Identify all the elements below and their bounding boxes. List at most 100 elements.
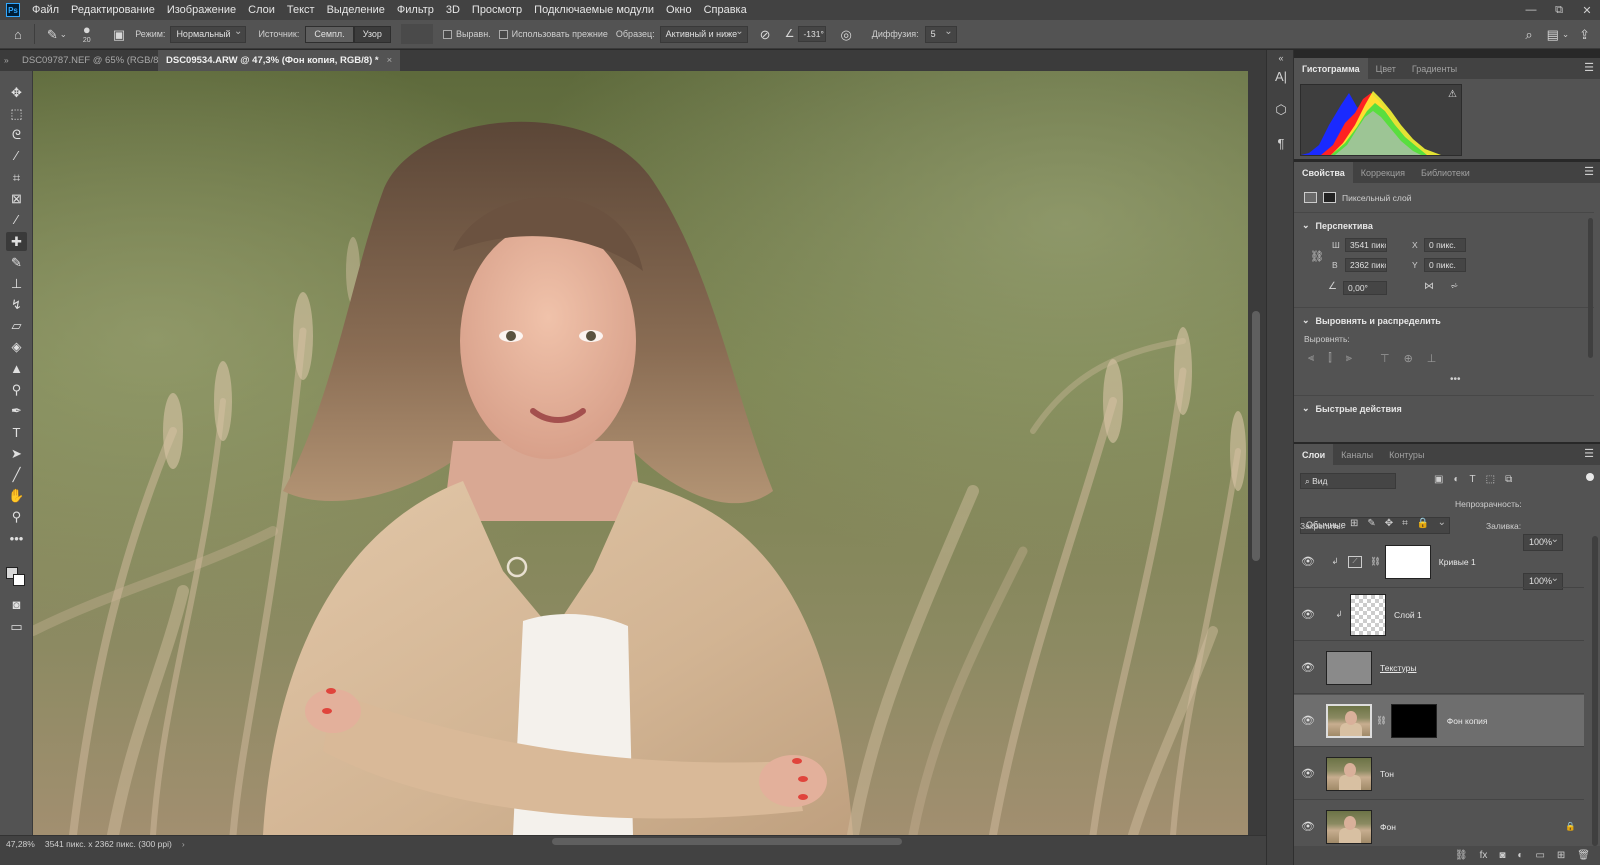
layer-thumbnail[interactable] bbox=[1326, 756, 1372, 791]
source-sampled-button[interactable]: Семпл. bbox=[305, 25, 354, 43]
search-icon[interactable]: ⌕ bbox=[1525, 28, 1532, 41]
paint-bucket-tool-icon[interactable]: ◈ bbox=[6, 337, 27, 356]
menu-edit[interactable]: Редактирование bbox=[65, 0, 161, 20]
lock-all-icon[interactable]: 🔒 bbox=[1417, 518, 1429, 529]
quick-actions-header[interactable]: ⌄ Быстрые действия bbox=[1302, 403, 1402, 414]
vertical-scrollbar[interactable] bbox=[1248, 71, 1266, 835]
3d-panel-icon[interactable]: ⬡ bbox=[1271, 100, 1291, 120]
aligned-checkbox[interactable]: Выравн. bbox=[442, 29, 491, 39]
visibility-eye-icon[interactable]: 👁 bbox=[1294, 661, 1322, 674]
visibility-eye-icon[interactable]: 👁 bbox=[1294, 608, 1322, 621]
lasso-tool-icon[interactable]: ᘓ bbox=[6, 125, 27, 144]
menu-plugins[interactable]: Подключаемые модули bbox=[528, 0, 660, 20]
menu-view[interactable]: Просмотр bbox=[466, 0, 528, 20]
visibility-eye-icon[interactable]: 👁 bbox=[1294, 820, 1322, 833]
layer-name[interactable]: Фон копия bbox=[1447, 716, 1488, 726]
tab-color[interactable]: Цвет bbox=[1368, 58, 1404, 79]
pixel-layer-icon[interactable] bbox=[1304, 192, 1317, 203]
layer-name[interactable]: Слой 1 bbox=[1394, 610, 1422, 620]
path-selection-tool-icon[interactable]: ➤ bbox=[6, 444, 27, 463]
link-layers-icon[interactable]: ⛓ bbox=[1455, 850, 1468, 861]
zoom-level[interactable]: 47,28% bbox=[6, 839, 35, 849]
angle-field[interactable]: -131° bbox=[798, 26, 827, 42]
new-group-icon[interactable]: ▭ bbox=[1535, 850, 1544, 861]
more-options-icon[interactable]: ••• bbox=[1450, 374, 1461, 385]
restore-button[interactable]: ⧉ bbox=[1552, 4, 1566, 17]
filter-adjustment-icon[interactable]: ◐ bbox=[1453, 474, 1459, 485]
layer-name[interactable]: Тон bbox=[1380, 769, 1394, 779]
status-chevron-icon[interactable]: › bbox=[182, 839, 185, 849]
tab-adjustments[interactable]: Коррекция bbox=[1353, 162, 1413, 183]
visibility-eye-icon[interactable]: 👁 bbox=[1294, 555, 1322, 568]
layer-thumbnail[interactable] bbox=[1326, 809, 1372, 844]
hand-tool-icon[interactable]: ✋ bbox=[6, 486, 27, 505]
layer-style-icon[interactable]: fx bbox=[1480, 850, 1488, 861]
new-layer-icon[interactable]: ⊞ bbox=[1557, 850, 1565, 861]
tab-properties[interactable]: Свойства bbox=[1294, 162, 1353, 183]
minimize-button[interactable]: — bbox=[1524, 4, 1538, 16]
properties-scrollbar[interactable] bbox=[1588, 218, 1593, 358]
y-field[interactable]: 0 пикс. bbox=[1424, 258, 1466, 272]
menu-window[interactable]: Окно bbox=[660, 0, 698, 20]
ignore-adjustment-layers-icon[interactable]: ⊘ bbox=[760, 28, 771, 41]
tab-libraries[interactable]: Библиотеки bbox=[1413, 162, 1478, 183]
lock-icon[interactable]: 🔒 bbox=[1565, 821, 1576, 832]
lock-pixels-icon[interactable]: ✎ bbox=[1367, 518, 1375, 529]
clone-source-icon[interactable]: ▣ bbox=[113, 28, 125, 41]
mode-select[interactable]: Нормальный bbox=[170, 24, 247, 43]
frame-tool-icon[interactable]: ⊠ bbox=[6, 189, 27, 208]
align-top-icon[interactable]: ⊤ bbox=[1380, 352, 1390, 365]
healing-brush-tool-icon[interactable]: ✚ bbox=[6, 232, 27, 251]
document-canvas[interactable] bbox=[33, 71, 1248, 835]
layer-filter-select[interactable]: ⌕ Вид bbox=[1300, 473, 1396, 489]
lock-position-icon[interactable]: ✥ bbox=[1385, 518, 1393, 529]
menu-select[interactable]: Выделение bbox=[321, 0, 391, 20]
menu-layers[interactable]: Слои bbox=[242, 0, 281, 20]
link-icon[interactable]: ⛓ bbox=[1310, 250, 1324, 263]
sharpen-tool-icon[interactable]: ▲ bbox=[6, 359, 27, 378]
filter-smart-icon[interactable]: ⧉ bbox=[1505, 474, 1512, 485]
mask-link-icon[interactable]: ⛓ bbox=[1370, 556, 1381, 567]
screen-mode-icon[interactable]: ▭ bbox=[6, 617, 27, 636]
flip-vertical-icon[interactable]: ⩫ bbox=[1450, 281, 1458, 292]
align-center-v-icon[interactable]: ⊕ bbox=[1404, 352, 1413, 365]
width-field[interactable]: 3541 пикс bbox=[1345, 238, 1387, 252]
background-color-swatch[interactable] bbox=[13, 574, 25, 586]
workspace-icon[interactable]: ▤ bbox=[1547, 28, 1559, 41]
filter-toggle[interactable] bbox=[1586, 473, 1594, 481]
share-icon[interactable]: ⇪ bbox=[1579, 28, 1590, 41]
pattern-swatch[interactable] bbox=[400, 24, 433, 44]
history-brush-tool-icon[interactable]: ↯ bbox=[6, 295, 27, 314]
diffusion-select[interactable]: 5 bbox=[924, 24, 957, 43]
clone-stamp-tool-icon[interactable]: ⊥ bbox=[6, 274, 27, 293]
magic-wand-tool-icon[interactable]: ⁄ bbox=[6, 146, 27, 165]
pen-tool-icon[interactable]: ✒ bbox=[6, 401, 27, 420]
cache-warning-icon[interactable]: ⚠ bbox=[1448, 89, 1457, 100]
close-tab-icon[interactable]: × bbox=[387, 55, 393, 66]
close-button[interactable]: ✕ bbox=[1580, 4, 1594, 17]
menu-image[interactable]: Изображение bbox=[161, 0, 242, 20]
layer-thumbnail[interactable] bbox=[1326, 650, 1372, 685]
type-tool-icon[interactable]: T bbox=[6, 423, 27, 442]
filter-pixel-icon[interactable]: ▣ bbox=[1434, 474, 1443, 485]
more-tools-icon[interactable]: ••• bbox=[6, 529, 27, 548]
eraser-tool-icon[interactable]: ▱ bbox=[6, 316, 27, 335]
menu-3d[interactable]: 3D bbox=[440, 0, 466, 20]
tab-gradients[interactable]: Градиенты bbox=[1404, 58, 1465, 79]
mask-thumbnail[interactable] bbox=[1384, 544, 1431, 579]
x-field[interactable]: 0 пикс. bbox=[1424, 238, 1466, 252]
flip-horizontal-icon[interactable]: ⋈ bbox=[1424, 281, 1434, 292]
delete-layer-icon[interactable]: 🗑 bbox=[1577, 850, 1590, 861]
crop-tool-icon[interactable]: ⌗ bbox=[6, 168, 27, 187]
character-panel-icon[interactable]: A| bbox=[1271, 66, 1291, 86]
tab-paths[interactable]: Контуры bbox=[1381, 444, 1432, 465]
layer-row-background-copy[interactable]: 👁 ⛓ Фон копия bbox=[1294, 695, 1584, 747]
quick-mask-icon[interactable]: ◙ bbox=[6, 595, 27, 614]
transform-section-header[interactable]: ⌄ Перспектива bbox=[1302, 220, 1373, 231]
align-right-icon[interactable]: ⫸ bbox=[1346, 352, 1352, 365]
panel-menu-icon[interactable]: ☰ bbox=[1584, 447, 1594, 460]
paragraph-panel-icon[interactable]: ¶ bbox=[1271, 133, 1291, 153]
menu-help[interactable]: Справка bbox=[698, 0, 753, 20]
layer-name[interactable]: Кривые 1 bbox=[1439, 557, 1476, 567]
align-bottom-icon[interactable]: ⊥ bbox=[1427, 352, 1437, 365]
